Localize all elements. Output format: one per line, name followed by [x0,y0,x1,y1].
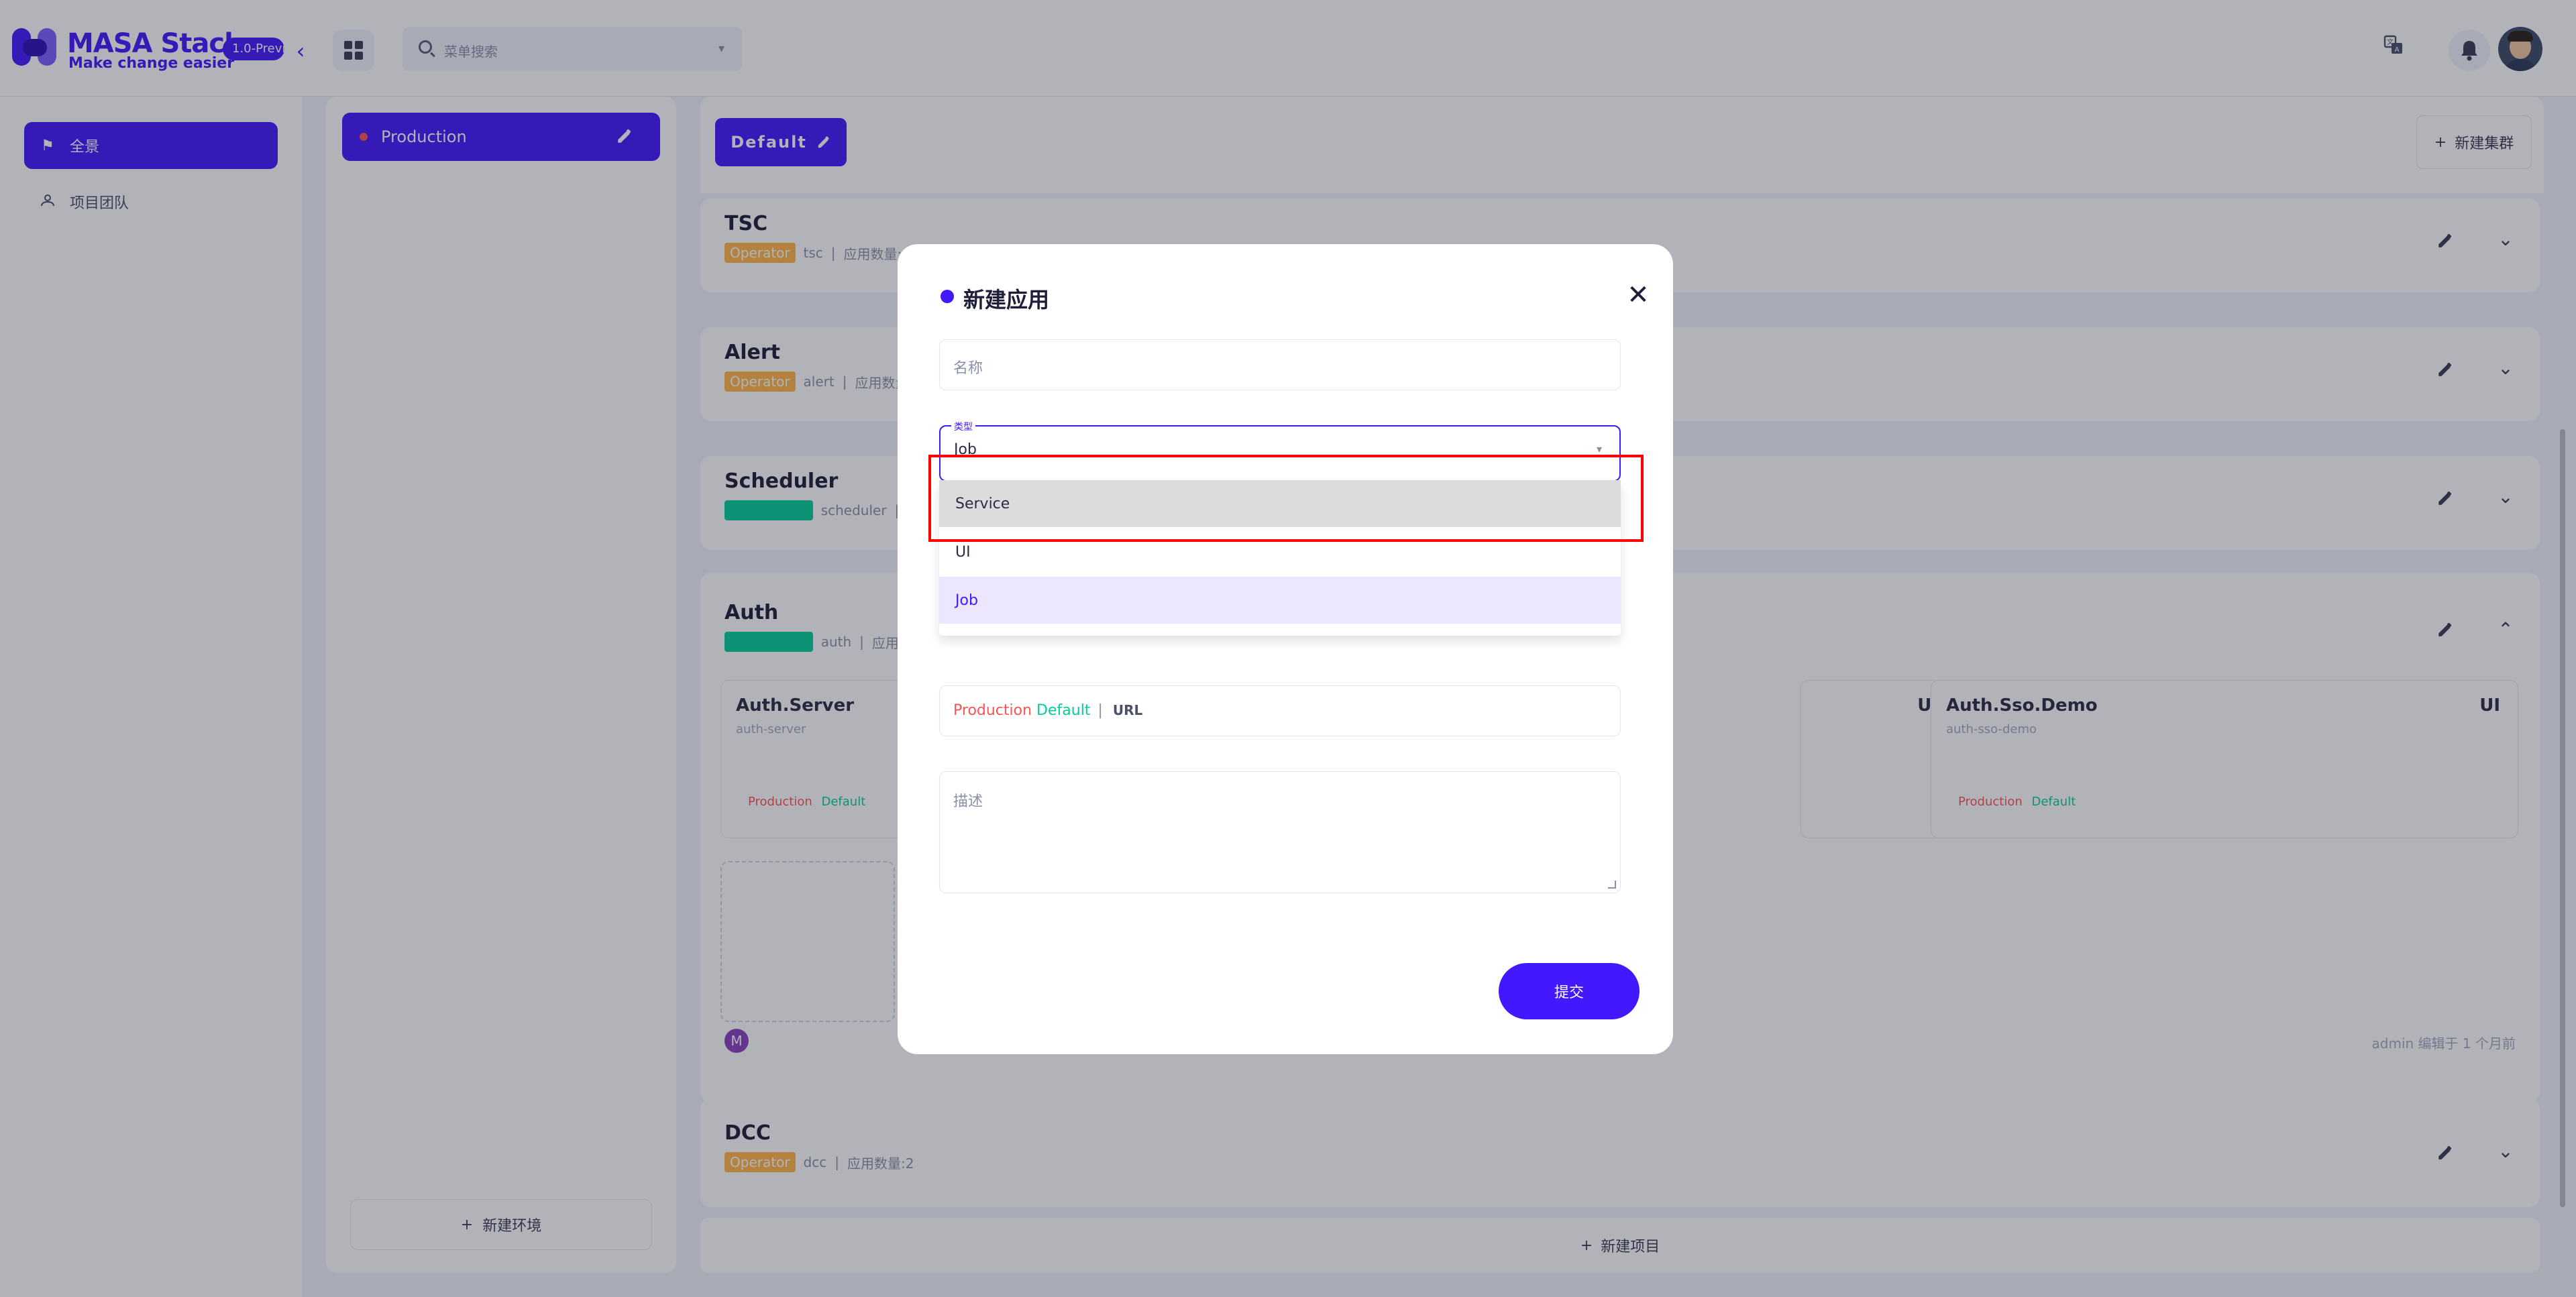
type-field-label: 类型 [951,420,975,433]
url-env: Production [953,702,1032,719]
url-prefix: Production Default | URL [953,702,1142,719]
name-placeholder: 名称 [953,360,983,377]
app-url-input[interactable]: Production Default | URL [939,685,1621,736]
new-app-dialog: 新建应用 ✕ 名称 类型 Job ▾ Service UI Job Produc… [898,244,1673,1054]
close-icon[interactable]: ✕ [1622,279,1654,311]
description-textarea[interactable]: 描述 [939,771,1621,893]
resize-handle-icon[interactable] [1608,881,1616,889]
chevron-down-icon: ▾ [1596,443,1602,455]
submit-button[interactable]: 提交 [1499,963,1640,1019]
title-dot-icon [941,290,954,303]
app-name-input[interactable]: 名称 [939,339,1621,390]
dialog-title: 新建应用 [963,287,1050,313]
description-placeholder: 描述 [953,793,983,810]
url-label: URL [1112,702,1143,718]
url-cluster: Default [1036,702,1091,719]
url-separator: | [1097,702,1103,719]
highlight-annotation-box [928,455,1644,542]
type-option-label: UI [955,543,971,561]
type-option-label: Job [955,591,978,609]
type-option-job[interactable]: Job [939,577,1621,624]
